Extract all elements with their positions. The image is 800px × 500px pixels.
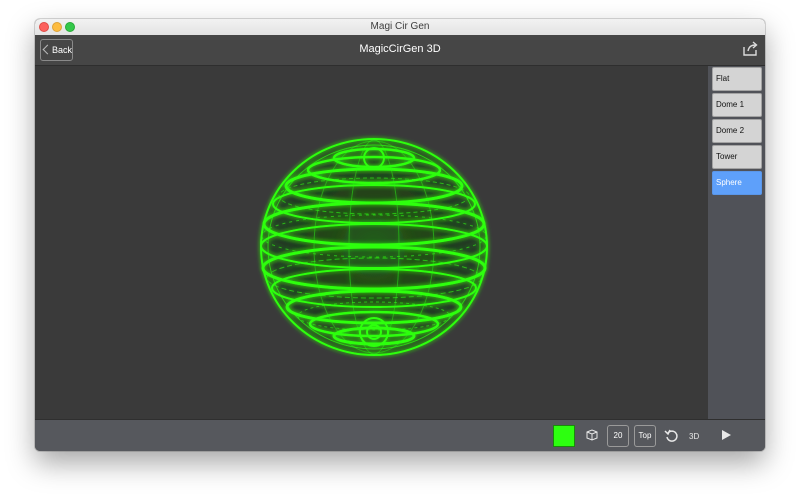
cube-icon[interactable]	[585, 428, 599, 442]
mode-3d-toggle[interactable]: 3D	[689, 432, 699, 441]
view-top-button[interactable]: Top	[634, 425, 656, 447]
sidebar-item-label: Tower	[716, 152, 738, 161]
sidebar-item-tower[interactable]: Tower	[712, 145, 762, 169]
undo-icon[interactable]	[664, 428, 678, 442]
play-icon[interactable]	[719, 428, 733, 442]
sidebar-item-dome-2[interactable]: Dome 2	[712, 119, 762, 143]
sidebar-item-label: Flat	[716, 74, 730, 83]
view-button-label: Top	[638, 431, 652, 440]
share-icon[interactable]	[741, 40, 759, 58]
count-button-label: 20	[613, 431, 623, 440]
3d-viewport[interactable]	[35, 66, 708, 419]
magic-circle-sphere	[260, 138, 488, 356]
sidebar-item-label: Dome 2	[716, 126, 745, 135]
title-bar: Magi Cir Gen	[35, 19, 765, 36]
window-title: Magi Cir Gen	[370, 21, 430, 32]
count-button[interactable]: 20	[607, 425, 629, 447]
sidebar-item-flat[interactable]: Flat	[712, 67, 762, 91]
bottom-toolbar: 20 Top 3D	[35, 419, 765, 451]
sidebar-item-label: Dome 1	[716, 100, 745, 109]
sidebar-item-sphere[interactable]: Sphere	[712, 171, 762, 195]
sidebar-item-label: Sphere	[716, 178, 742, 187]
navigation-bar: Back MagicCirGen 3D	[35, 35, 765, 66]
shape-sidebar: Flat Dome 1 Dome 2 Tower Sphere	[708, 66, 765, 419]
page-title: MagicCirGen 3D	[359, 43, 441, 55]
color-picker-button[interactable]	[553, 425, 575, 447]
app-window: Magi Cir Gen Back MagicCirGen 3D Flat Do…	[35, 19, 765, 451]
sidebar-item-dome-1[interactable]: Dome 1	[712, 93, 762, 117]
